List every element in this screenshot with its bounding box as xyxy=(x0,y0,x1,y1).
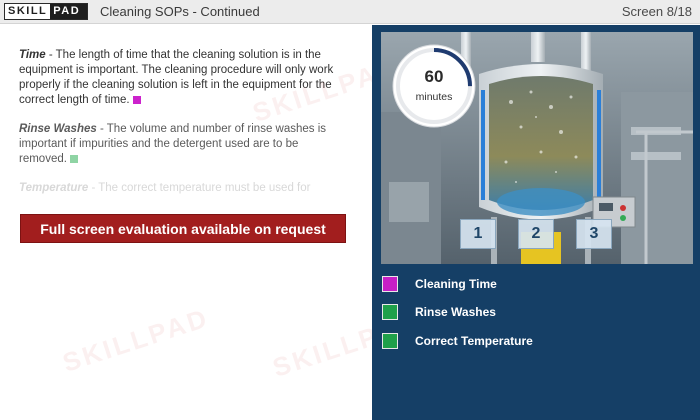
screen-counter: Screen 8/18 xyxy=(621,4,692,19)
legend-item-rinse-washes[interactable]: Rinse Washes xyxy=(382,303,496,321)
logo-left-text: SKILL xyxy=(5,4,51,19)
legend-swatch xyxy=(382,333,398,349)
timer-unit: minutes xyxy=(415,91,453,103)
evaluation-banner[interactable]: Full screen evaluation available on requ… xyxy=(20,214,346,243)
legend-item-cleaning-time[interactable]: Cleaning Time xyxy=(382,275,497,293)
skillpad-logo: SKILL PAD xyxy=(4,3,88,20)
legend-label: Cleaning Time xyxy=(415,277,497,291)
legend-item-correct-temperature[interactable]: Correct Temperature xyxy=(382,332,533,350)
paragraph-temperature: Temperature - The correct temperature mu… xyxy=(19,181,349,196)
label-box-3[interactable]: 3 xyxy=(576,219,612,249)
term-rinse-washes: Rinse Washes xyxy=(19,123,97,135)
green-marker-icon xyxy=(69,154,78,163)
timer-value: 60 xyxy=(424,67,444,86)
legend-label: Correct Temperature xyxy=(415,334,533,348)
term-time: Time xyxy=(19,49,46,61)
legend-label: Rinse Washes xyxy=(415,305,496,319)
timer-dial: 60 minutes xyxy=(391,43,477,129)
paragraph-time: Time - The length of time that the clean… xyxy=(19,48,349,108)
legend-swatch xyxy=(382,304,398,320)
paragraph-temperature-text: - The correct temperature must be used f… xyxy=(88,182,311,194)
legend-swatch xyxy=(382,276,398,292)
content-panel: Time - The length of time that the clean… xyxy=(0,25,372,420)
page-title: Cleaning SOPs - Continued xyxy=(100,4,260,19)
term-temperature: Temperature xyxy=(19,182,89,194)
paragraph-time-text: - The length of time that the cleaning s… xyxy=(19,49,334,106)
logo-right-text: PAD xyxy=(50,4,87,19)
top-bar: SKILL PAD Cleaning SOPs - Continued Scre… xyxy=(0,0,700,24)
paragraph-rinse: Rinse Washes - The volume and number of … xyxy=(19,122,349,167)
label-box-2[interactable]: 2 xyxy=(518,219,554,249)
label-box-1[interactable]: 1 xyxy=(460,219,496,249)
magenta-marker-icon xyxy=(132,95,141,104)
